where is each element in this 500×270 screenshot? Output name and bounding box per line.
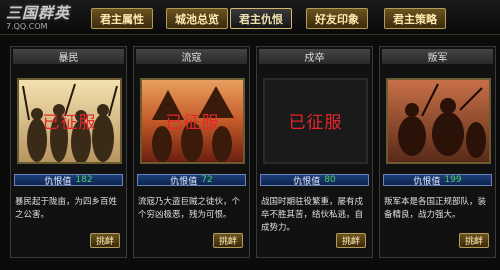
hatred-value: 80 (324, 175, 336, 185)
conquered-stamp: 已征服 (165, 113, 220, 133)
provoke-button[interactable]: 挑衅 (459, 233, 489, 248)
hatred-label: 仇恨值 (413, 176, 441, 187)
mob-portrait: 已征服 (17, 78, 122, 164)
rebels-illustration (388, 80, 489, 162)
provoke-button[interactable]: 挑衅 (213, 233, 243, 248)
tab-lord-attributes[interactable]: 君主属性 (91, 8, 153, 29)
panel-title: 叛军 (382, 49, 493, 64)
panel-title: 戍卒 (259, 49, 370, 64)
panel-description: 流寇乃大盗巨贼之徒伙，个个穷凶极恶，残为可恨。 (138, 197, 241, 220)
panel-title: 流寇 (136, 49, 247, 64)
panel-description: 战国时期驻役繁重，屡有戍卒不胜其苦，结伙私逃，自成势力。 (261, 197, 364, 233)
logo-site: 7.QQ.COM (6, 22, 48, 31)
panel-title: 暴民 (13, 49, 124, 64)
tab-friend-impression[interactable]: 好友印象 (306, 8, 368, 29)
top-bar: 三国群英 7.QQ.COM 君主属性 城池总览 君主仇恨 好友印象 君主策略 (0, 0, 500, 35)
hatred-label: 仇恨值 (293, 176, 321, 187)
panel-description: 叛军本是各国正规部队，装备精良，战力强大。 (384, 197, 487, 220)
rebels-portrait (386, 78, 491, 164)
hatred-bar: 仇恨值 80 (260, 174, 369, 187)
conquered-stamp: 已征服 (288, 113, 343, 133)
game-logo: 三国群英 7.QQ.COM (6, 4, 86, 34)
provoke-button[interactable]: 挑衅 (336, 233, 366, 248)
hatred-panel-garrison: 戍卒 已征服 仇恨值 80 战国时期驻役繁重，屡有戍卒不胜其苦，结伙私逃，自成势… (256, 46, 373, 258)
tab-lord-strategy[interactable]: 君主策略 (384, 8, 446, 29)
hatred-value: 182 (75, 175, 93, 185)
hatred-label: 仇恨值 (170, 176, 198, 187)
tab-lord-hatred[interactable]: 君主仇恨 (230, 8, 292, 29)
hatred-bar: 仇恨值 72 (137, 174, 246, 187)
hatred-value: 199 (444, 175, 462, 185)
hatred-panel-bandits: 流寇 已征服 仇恨值 72 流寇乃大盗巨贼之徒伙，个个穷凶极恶，残为可恨。 挑衅 (133, 46, 250, 258)
panel-description: 暴民起于陇亩，为四乡百姓之公害。 (15, 197, 118, 220)
bandits-portrait: 已征服 (140, 78, 245, 164)
hatred-panel-mob: 暴民 已征服 仇恨值 182 暴民起于陇亩，为四乡百姓之公害。 挑衅 (10, 46, 127, 258)
conquered-stamp: 已征服 (42, 113, 97, 133)
logo-title: 三国群英 (6, 4, 71, 22)
provoke-button[interactable]: 挑衅 (90, 233, 120, 248)
tab-city-overview[interactable]: 城池总览 (166, 8, 228, 29)
garrison-portrait: 已征服 (263, 78, 368, 164)
hatred-bar: 仇恨值 199 (383, 174, 492, 187)
hatred-panel-rebels: 叛军 仇恨值 199 叛军本是各国正规部队，装备精良，战力强大。 挑衅 (379, 46, 496, 258)
hatred-label: 仇恨值 (44, 176, 72, 187)
hatred-value: 72 (201, 175, 213, 185)
hatred-bar: 仇恨值 182 (14, 174, 123, 187)
